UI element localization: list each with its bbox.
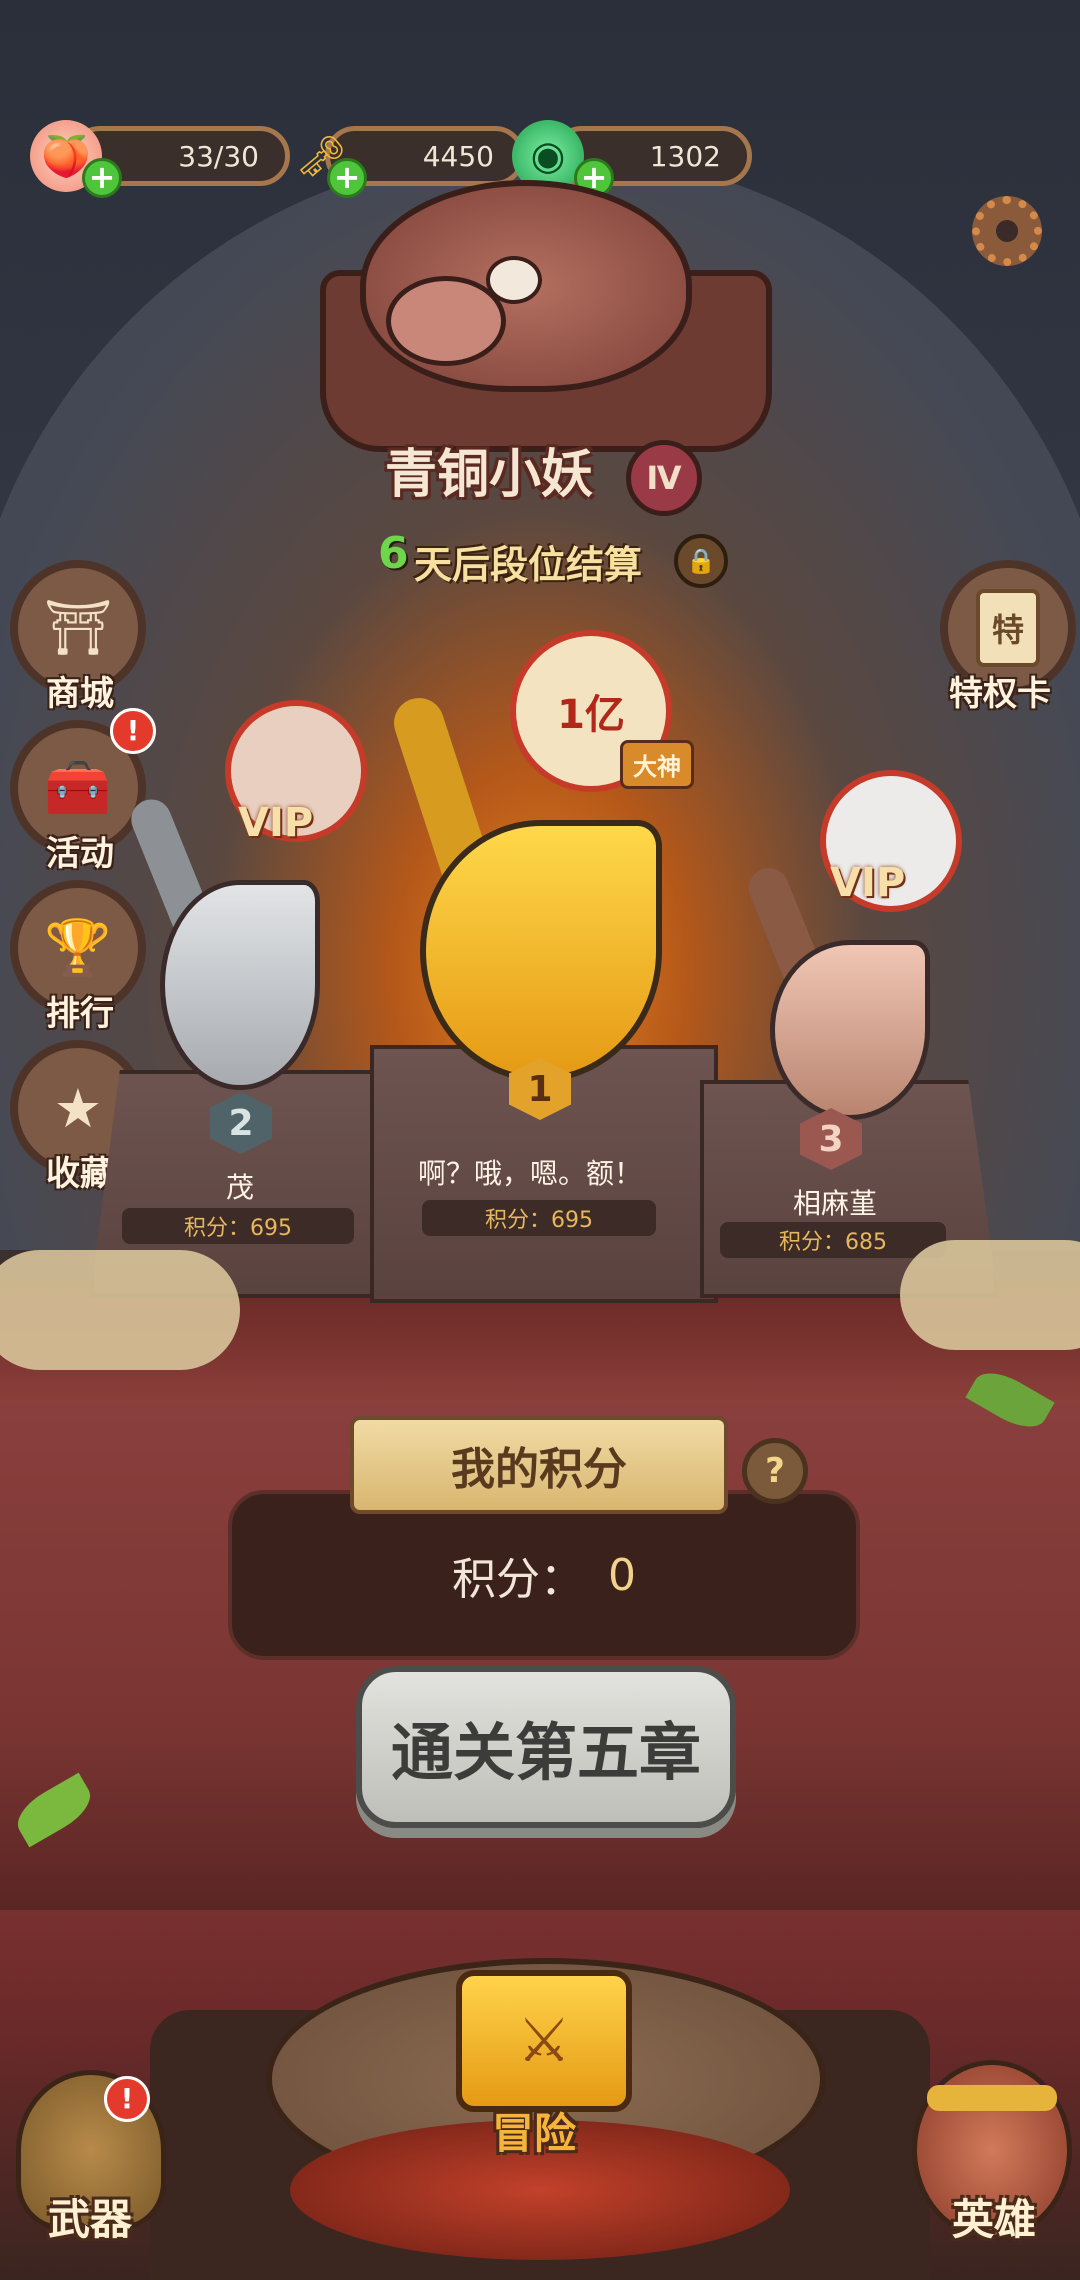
- third-vip-badge: VIP: [830, 860, 906, 906]
- menu-privilege-card[interactable]: 特 特权卡: [940, 560, 1076, 715]
- rank-title: 青铜小妖: [385, 445, 594, 505]
- bronze-axe-blade: [770, 940, 930, 1120]
- third-player-name: 相麻堇: [792, 1187, 877, 1220]
- boar-snout: [386, 276, 506, 366]
- menu-activity-label: 活动: [46, 834, 114, 874]
- my-score-value: 0: [608, 1549, 636, 1601]
- score-help-button[interactable]: ?: [742, 1438, 808, 1504]
- settings-gear-icon[interactable]: [972, 196, 1042, 266]
- menu-ranking[interactable]: 🏆 排行: [10, 880, 150, 1035]
- golden-headband: [927, 2085, 1057, 2111]
- my-score-title: 我的积分: [350, 1416, 728, 1514]
- weapon-alert-badge: !: [104, 2076, 150, 2122]
- settlement-info-icon[interactable]: 🔒: [674, 534, 728, 588]
- rank-tier-badge: Ⅳ: [626, 440, 702, 516]
- my-score-panel: 积分： 0: [228, 1490, 860, 1660]
- menu-shop[interactable]: ⛩ 商城: [10, 560, 150, 715]
- privilege-card-glyph: 特: [976, 589, 1040, 667]
- menu-ranking-label: 排行: [46, 994, 114, 1034]
- second-vip-badge: VIP: [238, 800, 314, 846]
- menu-activity[interactable]: 🧰 活动 !: [10, 708, 156, 875]
- silver-axe-blade: [160, 880, 320, 1090]
- add-gold-button[interactable]: +: [327, 158, 367, 198]
- second-player-score: 积分：695: [122, 1208, 354, 1244]
- nav-weapon-label[interactable]: 武器: [48, 2186, 132, 2247]
- add-stamina-button[interactable]: +: [82, 158, 122, 198]
- my-score-label: 积分：: [452, 1554, 584, 1605]
- menu-privilege-label: 特权卡: [949, 674, 1051, 714]
- boar-head-emblem: [360, 180, 692, 392]
- countdown-text: 天后段位结算: [414, 543, 643, 587]
- first-place-badge: 大神: [620, 740, 694, 789]
- first-player-score: 积分：695: [422, 1200, 656, 1236]
- first-player-name: 啊？哦，嗯。额！: [417, 1157, 642, 1190]
- nav-hero-label[interactable]: 英雄: [952, 2186, 1036, 2247]
- nav-adventure-label[interactable]: 冒险: [492, 2100, 576, 2161]
- adventure-chest-icon[interactable]: ⚔: [456, 1970, 632, 2112]
- gold-axe-blade: [420, 820, 662, 1082]
- cloud-decoration-left: [0, 1250, 240, 1370]
- second-player-name: 茂: [225, 1171, 254, 1204]
- unlock-chapter-five-button[interactable]: 通关第五章: [356, 1666, 736, 1828]
- stamina-value: 33/30: [178, 139, 259, 173]
- third-player-score: 积分：685: [720, 1222, 946, 1258]
- cloud-decoration-right: [900, 1240, 1080, 1350]
- gold-value: 4450: [422, 139, 494, 173]
- jade-value: 1302: [649, 139, 721, 173]
- countdown-days: 6: [378, 528, 409, 579]
- activity-alert-badge: !: [110, 708, 156, 754]
